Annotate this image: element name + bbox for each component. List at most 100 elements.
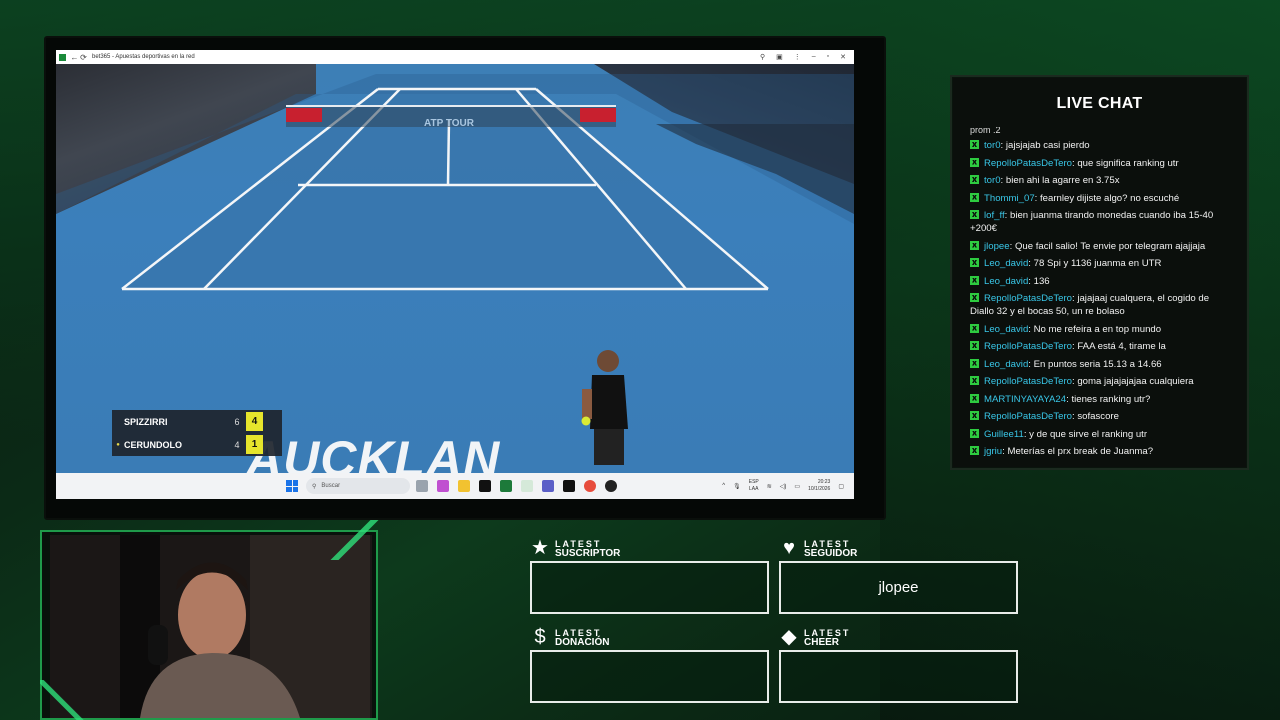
diamond-icon: ◆ [781, 626, 797, 648]
webcam-feed [50, 535, 372, 718]
zoom-icon[interactable]: ⚲ [760, 53, 765, 61]
user-badge-icon [970, 411, 979, 420]
chat-username[interactable]: jgriu [984, 446, 1002, 457]
chat-message: Thommi_07: fearnley dijiste algo? no esc… [970, 192, 1232, 205]
chat-text: No me refeira a en top mundo [1033, 323, 1162, 335]
browser-window: ← ⟳ bet365 - Apuestas deportivas en la r… [56, 50, 854, 499]
user-badge-icon [970, 376, 979, 385]
chat-username[interactable]: Guillee11 [984, 429, 1024, 440]
latest-suscriptor-panel: ★ LATEST SUSCRIPTOR [530, 538, 769, 614]
nvidia-app-icon[interactable] [563, 480, 575, 492]
latest-seguidor-panel: ♥ LATEST SEGUIDOR jlopee [779, 538, 1018, 614]
chat-text: 78 Spi y 1136 juanma en UTR [1033, 258, 1162, 269]
chat-username[interactable]: RepolloPatasDeTero [984, 376, 1072, 387]
chat-message-list[interactable]: prom .2 tor0: jajsjajab casi pierdo Repol… [970, 127, 1232, 457]
game-app-icon[interactable] [605, 480, 617, 492]
chat-text: Que facil salio! Te envie por telegram a… [1014, 240, 1206, 252]
chat-message: RepolloPatasDeTero: goma jajajajajaa cua… [970, 375, 1232, 388]
user-badge-icon [970, 293, 979, 302]
scoreboard: SPIZZIRRI 6 4 ● CERUNDOLO 4 1 [112, 410, 282, 456]
chat-text: Meterías el prx break de Juanma? [1007, 446, 1154, 457]
chat-username[interactable]: tor0 [984, 140, 1001, 151]
tiktok-app-icon[interactable] [479, 480, 491, 492]
chat-text: En puntos seria 15.13 a 14.66 [1033, 358, 1162, 370]
volume-icon[interactable]: ◁) [780, 483, 787, 490]
chat-username[interactable]: MARTINYAYAYA24 [984, 394, 1066, 405]
chat-text: bien juanma tirando monedas cuando iba 1… [970, 210, 1214, 234]
chrome-app-icon[interactable] [584, 480, 596, 492]
language-indicator[interactable]: ESP LAA [749, 479, 759, 493]
chat-username[interactable]: RepolloPatasDeTero [984, 341, 1072, 352]
windows-start-icon[interactable] [286, 480, 298, 492]
explorer-app-icon[interactable] [458, 480, 470, 492]
chat-message: Leo_david: 136 [970, 275, 1232, 288]
latest-cheer-panel: ◆ LATEST CHEER [779, 627, 1018, 703]
chat-username[interactable]: lof_ff [984, 210, 1005, 221]
browser-titlebar: ← ⟳ bet365 - Apuestas deportivas en la r… [56, 50, 854, 64]
chat-truncated-message: prom .2 [970, 127, 1001, 135]
chat-text: tienes ranking utr? [1071, 393, 1151, 405]
chat-message: RepolloPatasDeTero: sofascore [970, 410, 1232, 423]
extensions-icon[interactable]: ▣ [776, 53, 783, 61]
chat-username[interactable]: RepolloPatasDeTero [984, 293, 1072, 304]
back-icon[interactable]: ← [70, 53, 79, 62]
chat-username[interactable]: Leo_david [984, 276, 1028, 287]
reload-icon[interactable]: ⟳ [79, 53, 88, 62]
webcam-accent-decoration [40, 680, 90, 720]
user-badge-icon [970, 210, 979, 219]
taskbar-search-placeholder: Buscar [321, 483, 341, 489]
user-badge-icon [970, 140, 979, 149]
user-badge-icon [970, 446, 979, 455]
user-badge-icon [970, 192, 979, 202]
chat-message: tor0: bien ahi la agarre en 3.75x [970, 174, 1232, 187]
copilot-app-icon[interactable] [437, 480, 449, 492]
heart-icon: ♥ [783, 537, 795, 559]
notifications-icon[interactable]: ▢ [838, 483, 844, 490]
tray-chevron-icon[interactable]: ^ [722, 483, 725, 489]
chat-message: Leo_david: No me refeira a en top mundo [970, 323, 1232, 336]
chat-username[interactable]: jlopee [984, 241, 1010, 252]
chat-message: jlopee: Que facil salio! Te envie por te… [970, 240, 1232, 253]
chat-text: que significa ranking utr [1077, 157, 1179, 169]
teams-app-icon[interactable] [542, 480, 554, 492]
chat-username[interactable]: Leo_david [984, 359, 1028, 370]
chat-username[interactable]: tor0 [984, 175, 1001, 186]
whatsapp-app-icon[interactable] [521, 480, 533, 492]
chat-text: y de que sirve el ranking utr [1029, 428, 1148, 440]
clock[interactable]: 20:23 10/1/2026 [808, 479, 830, 493]
court-signage: AUCKLAN [246, 431, 501, 473]
user-badge-icon [970, 323, 979, 333]
bet365-app-icon[interactable] [500, 480, 512, 492]
chat-title: LIVE CHAT [1056, 95, 1143, 112]
chat-text: goma jajajajajaa cualquiera [1077, 376, 1194, 387]
tennis-video[interactable]: ATP TOUR AUCKLAN SPIZZIRRI 6 4 ● CERUNDO… [56, 64, 854, 473]
latest-suscriptor-value [530, 561, 769, 614]
minimize-button[interactable]: – [812, 53, 816, 61]
chat-message: lof_ff: bien juanma tirando monedas cuan… [970, 210, 1214, 234]
chat-message: Leo_david: En puntos seria 15.13 a 14.66 [970, 358, 1232, 371]
close-button[interactable]: ✕ [840, 53, 846, 61]
battery-icon[interactable]: ▭ [794, 483, 800, 490]
mic-icon[interactable]: 🎙 [733, 483, 741, 490]
widgets-app-icon[interactable] [416, 480, 428, 492]
menu-icon[interactable]: ⋮ [794, 53, 801, 61]
chat-message: Leo_david: 78 Spi y 1136 juanma en UTR [970, 257, 1232, 270]
player-name: SPIZZIRRI [124, 416, 168, 427]
chat-username[interactable]: Leo_david [984, 324, 1028, 335]
user-badge-icon [970, 157, 979, 167]
chat-message: MARTINYAYAYA24: tienes ranking utr? [970, 393, 1232, 406]
chat-username[interactable]: Leo_david [984, 258, 1028, 269]
wifi-icon[interactable]: ≋ [767, 483, 772, 490]
user-badge-icon [970, 428, 979, 438]
chat-username[interactable]: RepolloPatasDeTero [984, 411, 1072, 422]
net-sign: ATP TOUR [424, 118, 475, 129]
tennis-player [578, 349, 634, 469]
chat-username[interactable]: RepolloPatasDeTero [984, 158, 1072, 169]
restore-button[interactable]: ▫ [827, 53, 829, 61]
search-icon: ⚲ [312, 483, 317, 490]
chat-text: sofascore [1077, 411, 1119, 422]
user-badge-icon [970, 358, 979, 368]
serve-indicator-icon: ● [116, 441, 120, 448]
chat-username[interactable]: Thommi_07 [984, 193, 1035, 204]
taskbar-search[interactable]: ⚲ Buscar [306, 478, 410, 494]
